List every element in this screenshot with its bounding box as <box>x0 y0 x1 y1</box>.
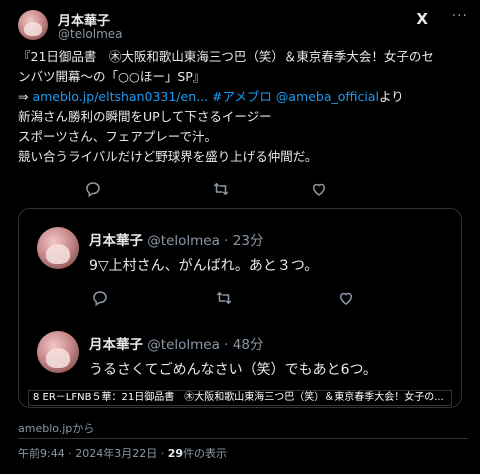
post-date[interactable]: 2024年3月22日 <box>75 447 157 460</box>
mention-link[interactable]: @ameba_official <box>276 89 379 104</box>
quoted-author-handle[interactable]: @telolmea <box>147 337 220 353</box>
post-time[interactable]: 午前9:44 <box>18 447 65 460</box>
tweet-line: 『21日御品書 ㊍大阪和歌山東海三つ巴（笑）＆東京春季大会！女子のセ <box>18 49 434 64</box>
tweet-header: 月本華子 @telolmea X ··· <box>18 8 468 42</box>
arrow-prefix: ⇒ <box>18 89 33 104</box>
quoted-author-handle[interactable]: @telolmea <box>147 233 220 249</box>
views-count: 29 <box>167 447 184 460</box>
avatar[interactable] <box>18 10 48 40</box>
divider <box>18 438 468 439</box>
link-card-caption[interactable]: 8 ER－LFNB５華：21日御品書 ㊍大阪和歌山東海三つ巴（笑）＆東京春季大会… <box>28 390 452 406</box>
more-options-icon[interactable]: ··· <box>452 8 468 24</box>
quoted-author-name[interactable]: 月本華子 <box>89 233 143 249</box>
quoted-thread[interactable]: 月本華子 @telolmea · 23分 9▽上村さん、がんばれ。あと３つ。 月… <box>18 208 462 408</box>
x-logo-icon[interactable]: X <box>416 10 428 28</box>
tweet-line: ンバツ開幕～の「○○ほー」SP』 <box>18 69 206 84</box>
quoted-time[interactable]: 48分 <box>233 337 264 353</box>
separator: · <box>219 233 233 249</box>
retweet-icon[interactable] <box>212 180 230 198</box>
separator: · <box>219 337 233 353</box>
views-label: 件の表示 <box>183 447 228 460</box>
avatar[interactable] <box>37 331 79 373</box>
retweet-icon[interactable] <box>215 289 233 307</box>
tweet-line: 競い合うライバルだけど野球界を盛り上げる仲間だ。 <box>18 149 318 164</box>
hashtag-link[interactable]: #アメブロ <box>212 89 272 104</box>
heart-icon[interactable] <box>310 180 328 198</box>
blog-link[interactable]: ameblo.jp/eltshan0331/en... <box>32 89 208 104</box>
link-suffix: より <box>378 89 404 104</box>
author-handle[interactable]: @telolmea <box>58 27 123 41</box>
avatar[interactable] <box>37 227 79 269</box>
source-link[interactable]: ameblo.jpから <box>18 420 94 436</box>
tweet-actions <box>0 180 480 200</box>
reply-icon[interactable] <box>84 180 102 198</box>
tweet-link-line: ⇒ ameblo.jp/eltshan0331/en... #アメブロ @ame… <box>18 87 466 107</box>
tweet-meta: 午前9:44 · 2024年3月22日 · 29件の表示 <box>18 447 228 460</box>
quoted-author-name[interactable]: 月本華子 <box>89 337 143 353</box>
reply-icon[interactable] <box>91 289 109 307</box>
heart-icon[interactable] <box>337 289 355 307</box>
tweet-line: スポーツさん、フェアプレーで汁。 <box>18 129 218 144</box>
tweet-line: 新潟さん勝利の瞬間をUPして下さるイージー <box>18 109 272 124</box>
quoted-text: 9▽上村さん、がんばれ。あと３つ。 <box>89 258 319 274</box>
tweet-body: 『21日御品書 ㊍大阪和歌山東海三つ巴（笑）＆東京春季大会！女子のセ ンバツ開幕… <box>18 47 466 167</box>
quoted-time[interactable]: 23分 <box>233 233 264 249</box>
quoted-text: うるさくてごめんなさい（笑）でもあと6つ。 <box>89 362 377 378</box>
